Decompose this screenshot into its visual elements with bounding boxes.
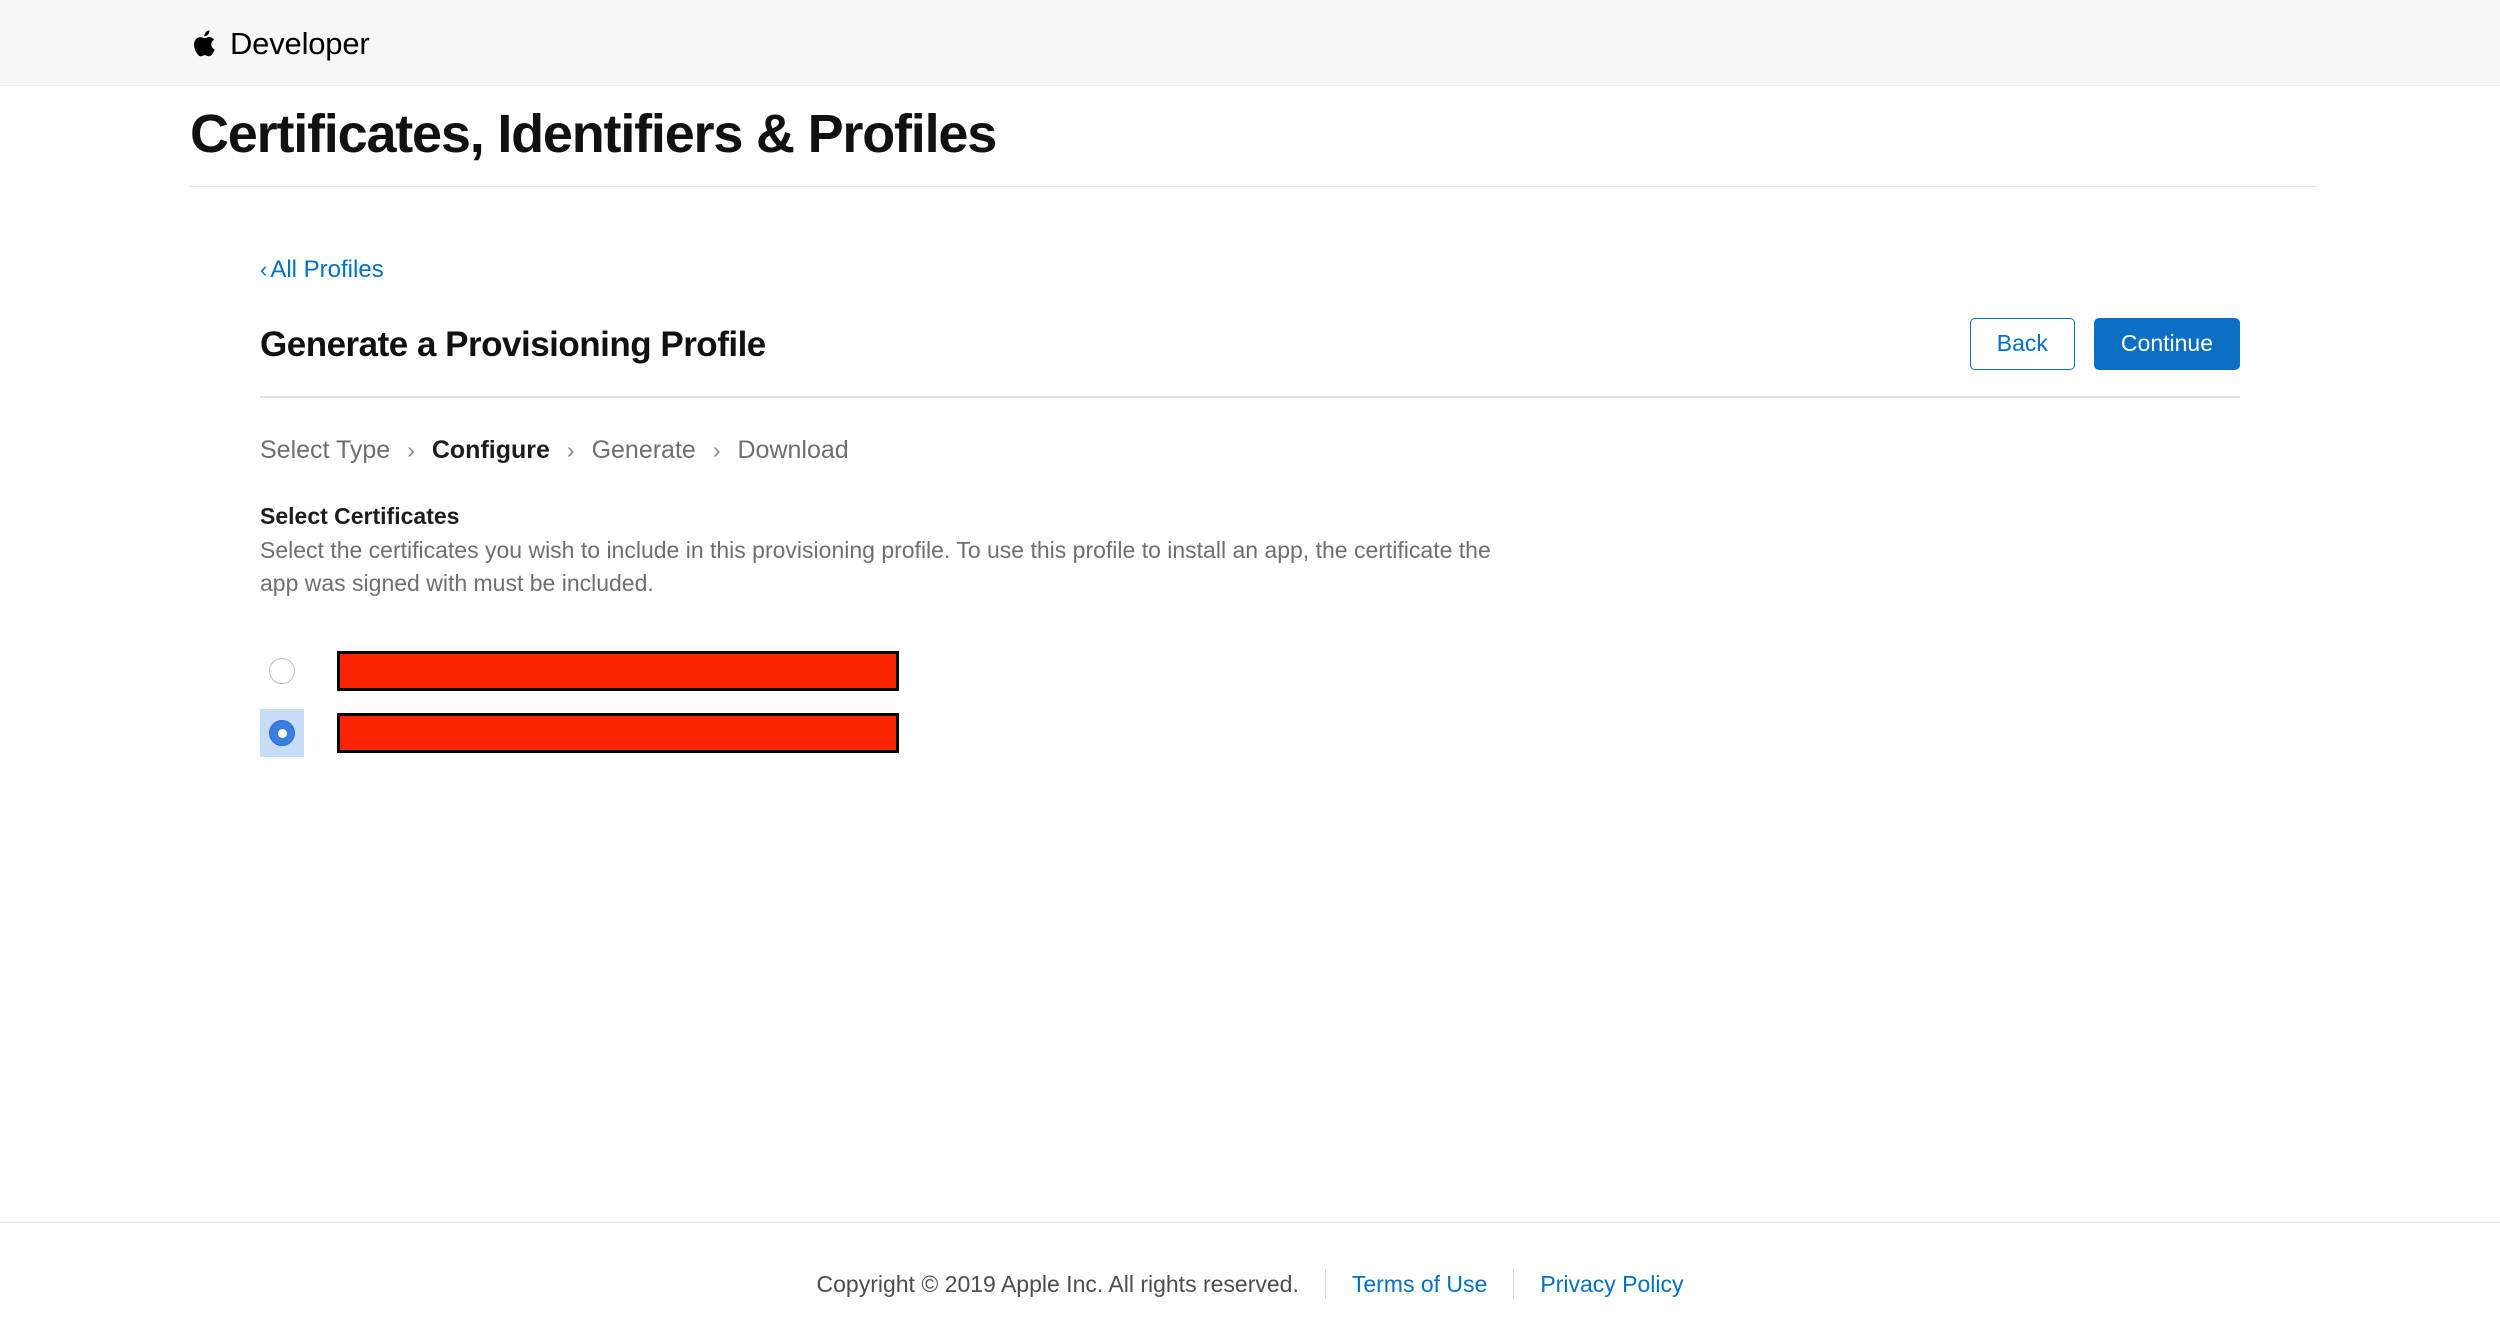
breadcrumb-all-profiles-link[interactable]: ‹ All Profiles [260, 258, 384, 282]
step-configure[interactable]: Configure [432, 438, 550, 463]
radio-button-selected-icon[interactable] [269, 720, 295, 746]
footer-divider [1324, 1269, 1326, 1299]
apple-logo-icon [194, 29, 215, 56]
page-footer: Copyright © 2019 Apple Inc. All rights r… [0, 1222, 2500, 1328]
chevron-left-icon: ‹ [260, 257, 268, 282]
page-root: Developer Certificates, Identifiers & Pr… [0, 0, 2500, 1328]
action-button-group: Back Continue [1969, 318, 2240, 370]
page-title-divider [190, 186, 2317, 187]
step-generate[interactable]: Generate [592, 438, 696, 463]
certificate-radio-slot[interactable] [260, 647, 304, 695]
section-divider [260, 396, 2240, 398]
section-title: Generate a Provisioning Profile [260, 324, 766, 364]
radio-button-unselected-icon[interactable] [269, 658, 295, 684]
step-separator-icon: › [566, 437, 575, 463]
back-button[interactable]: Back [1969, 318, 2075, 370]
redacted-certificate-name [337, 713, 899, 753]
breadcrumb-label: All Profiles [270, 256, 384, 283]
step-select-type[interactable]: Select Type [260, 438, 390, 463]
global-navigation-bar: Developer [0, 0, 2500, 86]
global-nav-brand[interactable]: Developer [190, 0, 370, 86]
privacy-policy-link[interactable]: Privacy Policy [1540, 1272, 1683, 1296]
step-download[interactable]: Download [738, 438, 849, 463]
footer-content: Copyright © 2019 Apple Inc. All rights r… [0, 1269, 2500, 1299]
section-header: Generate a Provisioning Profile Back Con… [260, 313, 2240, 375]
step-separator-icon: › [407, 437, 415, 463]
terms-of-use-link[interactable]: Terms of Use [1352, 1272, 1487, 1296]
page-title: Certificates, Identifiers & Profiles [190, 104, 997, 164]
select-certificates-description: Select the certificates you wish to incl… [260, 537, 1491, 596]
copyright-text: Copyright © 2019 Apple Inc. All rights r… [816, 1270, 1299, 1297]
certificate-radio-slot[interactable] [260, 709, 304, 757]
continue-button[interactable]: Continue [2093, 318, 2240, 370]
footer-divider [1513, 1269, 1515, 1299]
page-title-container: Certificates, Identifiers & Profiles [190, 104, 2317, 164]
redacted-certificate-name [337, 651, 899, 691]
certificate-row[interactable] [260, 640, 960, 702]
step-separator-icon: › [712, 437, 721, 463]
wizard-steps: Select Type › Configure › Generate › Dow… [260, 438, 849, 463]
global-nav-title: Developer [230, 25, 370, 61]
certificate-list [260, 640, 960, 764]
certificate-row[interactable] [260, 702, 960, 764]
select-certificates-heading: Select Certificates [260, 503, 460, 529]
